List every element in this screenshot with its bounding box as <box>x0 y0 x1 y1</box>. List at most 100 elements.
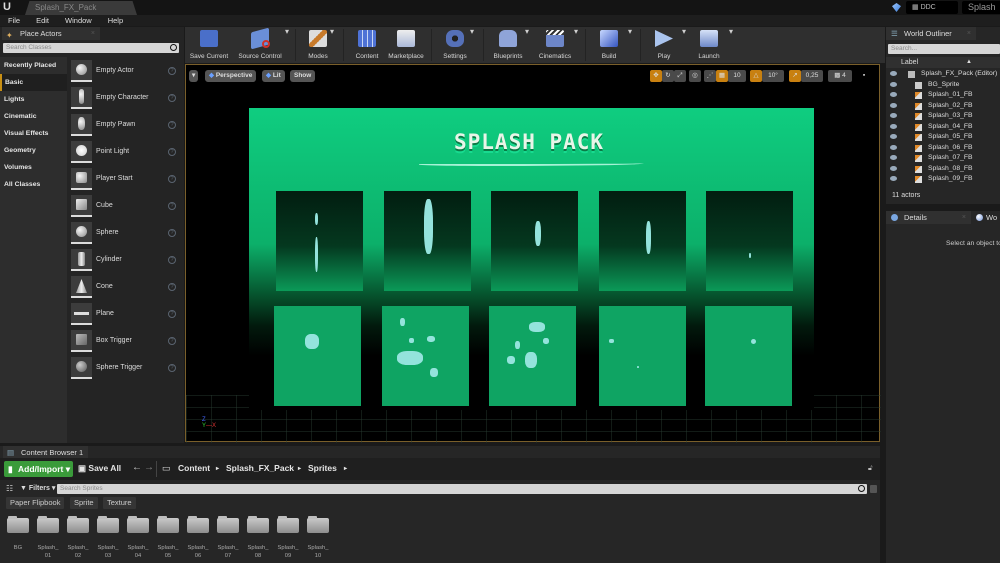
breadcrumb-chevron-icon[interactable]: ▸ <box>298 465 301 472</box>
category-volumes[interactable]: Volumes <box>0 159 67 176</box>
visibility-eye-icon[interactable] <box>890 102 897 108</box>
rotate-tool-icon[interactable]: ↻ <box>662 70 674 82</box>
outliner-row[interactable]: Splash_05_FB <box>886 132 1000 143</box>
actor-item[interactable]: Cone? <box>70 276 180 302</box>
folder-icon[interactable] <box>127 516 149 533</box>
cinematics-button[interactable]: Cinematics <box>535 27 575 63</box>
blueprints-dropdown-icon[interactable]: ▾ <box>525 27 529 36</box>
save-current-button[interactable]: Save Current <box>187 27 231 63</box>
save-all-button[interactable]: ▣ Save All <box>78 463 121 474</box>
settings-button[interactable]: Settings <box>437 27 473 63</box>
filter-chip-paper-flipbook[interactable]: Paper Flipbook <box>6 497 65 509</box>
panel-splitter[interactable] <box>880 443 886 563</box>
visibility-eye-icon[interactable] <box>890 176 897 181</box>
world-settings-tab[interactable]: Wo <box>974 211 1000 224</box>
breadcrumb-content[interactable]: Content <box>178 463 210 473</box>
visibility-eye-icon[interactable] <box>890 92 897 97</box>
marketplace-button[interactable]: Marketplace <box>385 27 427 63</box>
help-icon[interactable]: ? <box>168 337 176 345</box>
visibility-eye-icon[interactable] <box>890 165 897 171</box>
source-control-button[interactable]: Source Control <box>234 27 286 63</box>
blueprints-button[interactable]: Blueprints <box>489 27 527 63</box>
outliner-search-input[interactable]: Search... <box>888 44 1000 54</box>
visibility-eye-icon[interactable] <box>890 134 897 139</box>
search-classes-input[interactable]: Search Classes <box>3 43 179 53</box>
grid-snap-toggle-icon[interactable]: ▦ <box>716 70 728 82</box>
modes-dropdown-icon[interactable]: ▾ <box>330 27 334 36</box>
build-button[interactable]: Build <box>591 27 627 63</box>
outliner-row[interactable]: Splash_06_FB <box>886 143 1000 154</box>
help-icon[interactable]: ? <box>168 202 176 210</box>
content-button[interactable]: Content <box>350 27 384 63</box>
maximize-viewport-icon[interactable]: ▪ <box>859 70 869 82</box>
grid-snap-value[interactable]: 10 <box>728 70 746 82</box>
help-icon[interactable]: ? <box>168 121 176 129</box>
world-outliner-tab[interactable]: ☰ World Outliner × <box>886 27 976 40</box>
filters-button[interactable]: ▼ Filters ▾ <box>20 484 55 492</box>
category-geometry[interactable]: Geometry <box>0 142 67 159</box>
translate-tool-icon[interactable]: ✥ <box>650 70 662 82</box>
filter-chip-sprite[interactable]: Sprite <box>70 497 98 509</box>
folder-icon[interactable] <box>277 516 299 533</box>
category-all-classes[interactable]: All Classes <box>0 176 67 193</box>
ddc-button[interactable]: ▦ DDC <box>906 1 958 14</box>
category-basic[interactable]: Basic <box>0 74 67 91</box>
filter-chip-texture[interactable]: Texture <box>103 497 136 509</box>
actor-item[interactable]: Point Light? <box>70 141 180 167</box>
folder-label[interactable]: Splash_ 04 <box>123 544 153 560</box>
launch-dropdown-icon[interactable]: ▾ <box>729 27 733 36</box>
place-actors-tab[interactable]: ✦ Place Actors × <box>2 27 100 40</box>
surface-snap-icon[interactable]: ⋰ <box>704 70 716 82</box>
folder-icon[interactable] <box>37 516 59 533</box>
actor-item[interactable]: Cylinder? <box>70 249 180 275</box>
close-tab-icon[interactable]: × <box>91 27 95 40</box>
actor-item[interactable]: Empty Pawn? <box>70 114 180 140</box>
folder-label[interactable]: BG <box>3 544 33 552</box>
category-visual-effects[interactable]: Visual Effects <box>0 125 67 142</box>
cinematics-dropdown-icon[interactable]: ▾ <box>574 27 578 36</box>
actor-item[interactable]: Sphere Trigger? <box>70 357 180 383</box>
label-column-header[interactable]: Label ▲ <box>886 57 1000 68</box>
folder-label[interactable]: Splash_ 06 <box>183 544 213 560</box>
lit-button[interactable]: ◆ Lit <box>262 70 285 82</box>
folder-icon[interactable] <box>67 516 89 533</box>
sources-toggle-icon[interactable]: ☷ <box>6 484 13 493</box>
world-local-icon[interactable]: ◎ <box>689 70 701 82</box>
outliner-row[interactable]: Splash_02_FB <box>886 101 1000 112</box>
perspective-button[interactable]: ◆ Perspective <box>205 70 257 82</box>
breadcrumb-chevron-icon[interactable]: ▸ <box>216 465 219 472</box>
camera-speed-button[interactable]: ▩ 4 <box>828 70 852 82</box>
details-tab[interactable]: Details × <box>886 211 971 224</box>
rotation-snap-value[interactable]: 10° <box>762 70 784 82</box>
visibility-eye-icon[interactable] <box>890 144 897 150</box>
folder-icon[interactable] <box>217 516 239 533</box>
category-recently-placed[interactable]: Recently Placed <box>0 57 67 74</box>
outliner-row[interactable]: Splash_08_FB <box>886 164 1000 175</box>
menu-edit[interactable]: Edit <box>34 15 51 26</box>
help-icon[interactable]: ? <box>168 256 176 264</box>
folder-label[interactable]: Splash_ 08 <box>243 544 273 560</box>
lock-icon[interactable]: 🔓︎ <box>868 465 873 473</box>
actor-item[interactable]: Empty Character? <box>70 87 180 113</box>
folder-icon[interactable] <box>7 516 29 533</box>
folder-icon[interactable] <box>157 516 179 533</box>
level-viewport[interactable]: ▾ ◆ Perspective ◆ Lit Show ✥ ↻ ⤢ ◎ ⋰ ▦ 1… <box>185 64 881 443</box>
scale-snap-toggle-icon[interactable]: ↗ <box>789 70 801 82</box>
outliner-row[interactable]: BG_Sprite <box>886 80 1000 91</box>
actor-item[interactable]: Sphere? <box>70 222 180 248</box>
outliner-row[interactable]: Splash_09_FB <box>886 174 1000 185</box>
help-icon[interactable]: ? <box>168 67 176 75</box>
folder-icon[interactable] <box>307 516 329 533</box>
outliner-row[interactable]: Splash_04_FB <box>886 122 1000 133</box>
visibility-eye-icon[interactable] <box>890 81 897 87</box>
help-icon[interactable]: ? <box>168 94 176 102</box>
category-cinematic[interactable]: Cinematic <box>0 108 67 125</box>
scale-snap-value[interactable]: 0,25 <box>801 70 823 82</box>
play-dropdown-icon[interactable]: ▾ <box>682 27 686 36</box>
history-forward-icon[interactable]: → <box>144 462 154 473</box>
outliner-row[interactable]: Splash_07_FB <box>886 153 1000 164</box>
outliner-row[interactable]: Splash_01_FB <box>886 90 1000 101</box>
show-button[interactable]: Show <box>290 70 316 82</box>
close-tab-icon[interactable]: × <box>967 27 971 40</box>
folder-label[interactable]: Splash_ 09 <box>273 544 303 560</box>
